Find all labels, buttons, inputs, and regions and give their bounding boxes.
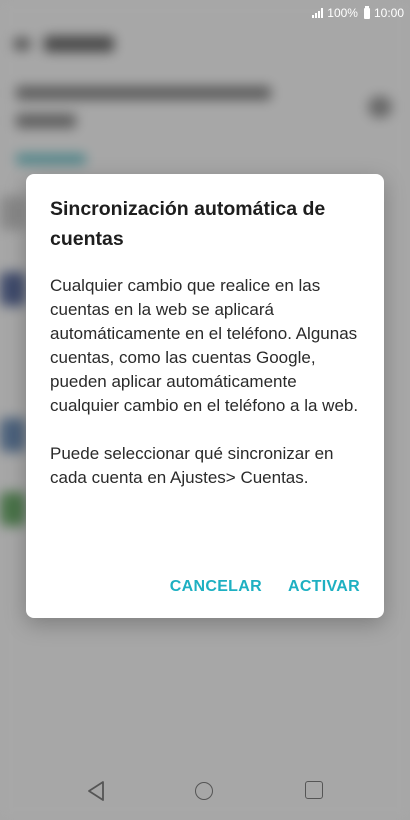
dialog-paragraph: Cualquier cambio que realice en las cuen… (50, 276, 359, 415)
recents-icon[interactable] (305, 781, 323, 799)
activate-button[interactable]: ACTIVAR (288, 574, 360, 600)
auto-sync-dialog: Sincronización automática de cuentas Cua… (26, 174, 384, 618)
dialog-message: Cualquier cambio que realice en las cuen… (50, 274, 360, 490)
cancel-button[interactable]: CANCELAR (170, 574, 262, 600)
status-time: 10:00 (373, 6, 404, 20)
dialog-actions: CANCELAR ACTIVAR (170, 574, 360, 600)
battery-icon (363, 5, 370, 19)
dialog-paragraph: Puede seleccionar qué sincronizar en cad… (50, 444, 334, 487)
status-bar: 100% 10:00 (0, 0, 410, 26)
battery-percentage: 100% (327, 6, 358, 20)
signal-icon (312, 8, 324, 18)
navigation-bar (0, 764, 410, 820)
dialog-title: Sincronización automática de cuentas (50, 198, 326, 250)
home-icon[interactable] (195, 782, 213, 800)
back-icon[interactable] (86, 780, 106, 802)
